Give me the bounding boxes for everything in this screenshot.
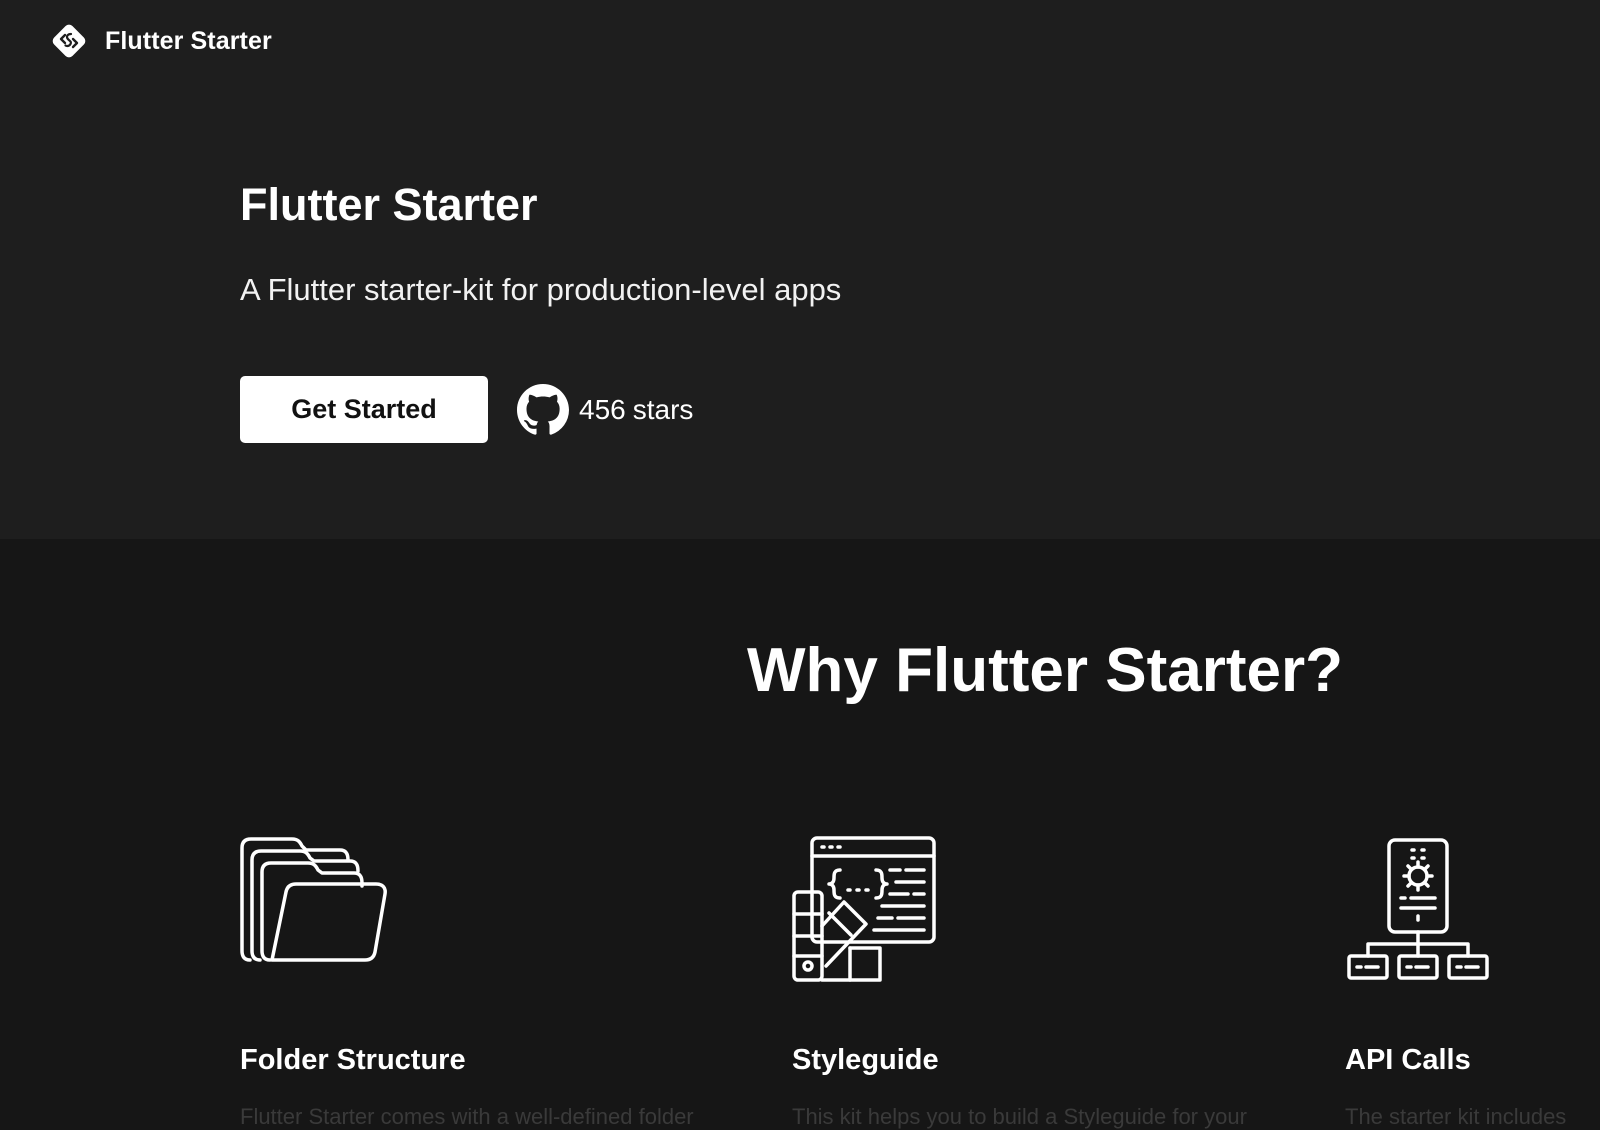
folder-stack-icon — [240, 837, 387, 962]
flutter-starter-logo-icon — [52, 24, 86, 58]
top-nav: Flutter Starter — [0, 0, 1600, 82]
star-count-number: 456 — [579, 394, 626, 425]
feature-description: This kit helps you to build a Styleguide… — [792, 1104, 1247, 1129]
api-network-icon — [1347, 838, 1489, 980]
star-count-label: stars — [632, 394, 694, 425]
github-star-count: 456 stars — [579, 394, 693, 426]
hero-section: Flutter Starter A Flutter starter-kit fo… — [0, 82, 1600, 539]
why-section-title: Why Flutter Starter? — [747, 636, 1343, 705]
feature-title: API Calls — [1345, 1044, 1471, 1076]
feature-api-calls: API Calls The starter kit includes — [1345, 836, 1600, 1129]
styleguide-palette-icon — [792, 836, 936, 982]
brand-name: Flutter Starter — [105, 26, 272, 55]
feature-folder-structure: Folder Structure Flutter Starter comes w… — [240, 836, 740, 1129]
feature-description: The starter kit includes — [1345, 1104, 1567, 1129]
feature-title: Folder Structure — [240, 1044, 466, 1076]
brand-link[interactable]: Flutter Starter — [49, 21, 272, 61]
hero-subtitle: A Flutter starter-kit for production-lev… — [240, 272, 842, 307]
feature-styleguide: Styleguide This kit helps you to build a… — [792, 836, 1292, 1129]
feature-description: Flutter Starter comes with a well-define… — [240, 1104, 694, 1129]
hero-title: Flutter Starter — [240, 179, 538, 230]
feature-title: Styleguide — [792, 1044, 939, 1076]
github-stars-link[interactable]: 456 stars — [517, 384, 693, 436]
github-icon — [517, 384, 569, 435]
get-started-button[interactable]: Get Started — [240, 376, 488, 443]
